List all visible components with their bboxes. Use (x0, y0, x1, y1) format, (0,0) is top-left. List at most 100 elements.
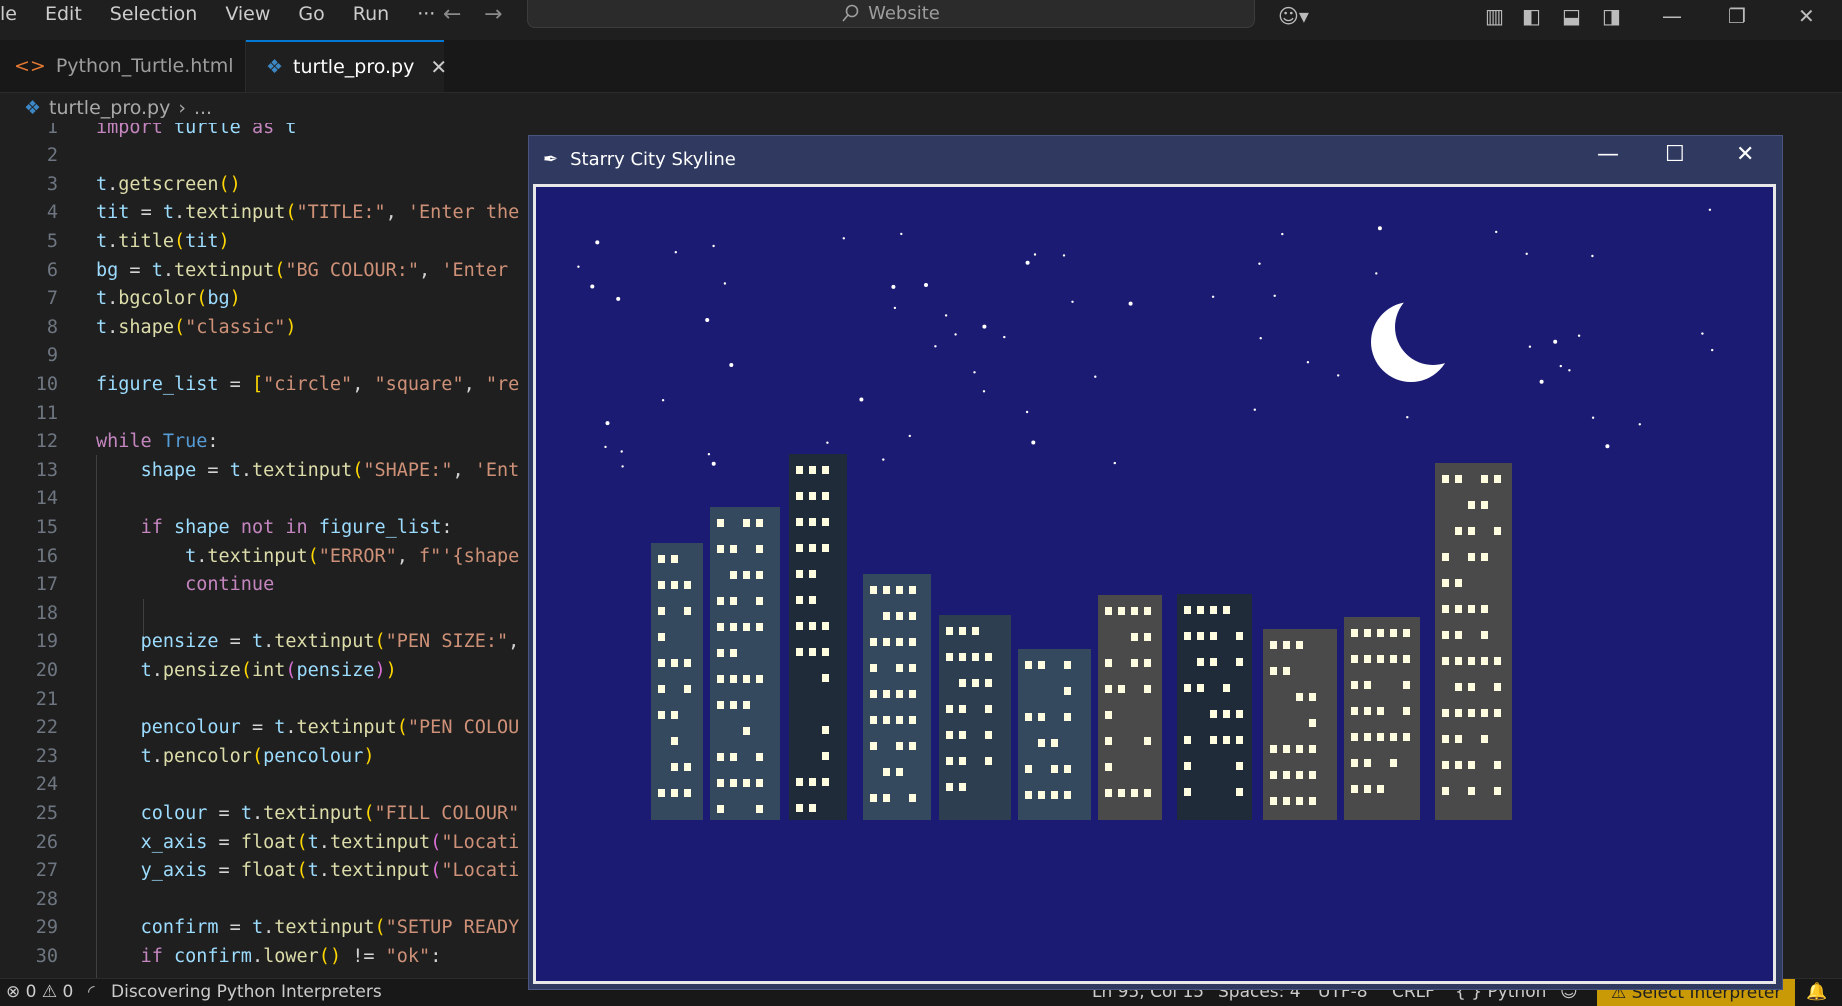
notifications-bell-icon[interactable]: 🔔 (1806, 982, 1827, 1002)
code-line[interactable]: 6 bg = t.textinput("BG COLOUR:", 'Enter (0, 256, 508, 284)
code-line[interactable]: 7 t.bgcolor(bg) (0, 285, 241, 313)
code-line[interactable]: 27 y_axis = float(t.textinput("Locati (0, 857, 520, 885)
toggle-panel-icon[interactable]: ⬓ (1562, 4, 1581, 28)
lit-window (1064, 765, 1071, 773)
breadcrumb-file[interactable]: turtle_pro.py (49, 97, 170, 119)
lit-window (1197, 606, 1204, 614)
breadcrumb-rest[interactable]: ... (194, 97, 212, 119)
lit-window (1442, 475, 1449, 483)
code-line[interactable]: 9 (0, 342, 58, 370)
copilot-icon[interactable]: ☺▾ (1278, 4, 1309, 28)
lit-window (658, 633, 665, 641)
code-line[interactable]: 30 if confirm.lower() != "ok": (0, 942, 442, 970)
code-line[interactable]: 4 tit = t.textinput("TITLE:", 'Enter the (0, 199, 519, 227)
tab-python-turtle-html[interactable]: <> Python_Turtle.html (0, 40, 246, 92)
code-line[interactable]: 21 (0, 685, 58, 713)
code-line[interactable]: 11 (0, 399, 58, 427)
starry-city-skyline-drawing (536, 187, 1773, 981)
turtle-canvas[interactable] (533, 184, 1776, 984)
menu-file[interactable]: le (0, 3, 31, 25)
close-window-icon[interactable]: ✕ (1798, 4, 1815, 28)
code-line[interactable]: 5 t.title(tit) (0, 227, 230, 255)
lit-window (909, 690, 916, 698)
lit-window (717, 805, 724, 813)
turtle-minimize-icon[interactable]: — (1597, 142, 1619, 167)
menu-selection[interactable]: Selection (96, 3, 212, 25)
menu-edit[interactable]: Edit (31, 3, 96, 25)
lit-window (909, 586, 916, 594)
lit-window (1442, 605, 1449, 613)
restore-icon[interactable]: ❐ (1728, 4, 1746, 28)
code-line[interactable]: 24 (0, 771, 58, 799)
lit-window (717, 545, 724, 553)
code-line[interactable]: 23 t.pencolor(pencolour) (0, 742, 375, 770)
feather-icon: ✒ (543, 148, 559, 170)
lit-window (1064, 687, 1071, 695)
code-line[interactable]: 28 (0, 885, 58, 913)
forward-arrow-icon[interactable]: → (484, 2, 502, 27)
lit-window (1197, 684, 1204, 692)
code-line[interactable]: 8 t.shape("classic") (0, 313, 297, 341)
close-tab-icon[interactable]: ✕ (430, 55, 447, 79)
problems-indicator[interactable]: ⊗ 0 ⚠ 0 (6, 982, 73, 1002)
lit-window (809, 544, 816, 552)
code-line[interactable]: 16 t.textinput("ERROR", f"'{shape (0, 542, 520, 570)
lit-window (959, 679, 966, 687)
lit-window (796, 570, 803, 578)
code-line[interactable]: 22 pencolour = t.textinput("PEN COLOU (0, 714, 520, 742)
customize-layout-icon[interactable]: ▥ (1485, 4, 1504, 28)
code-line[interactable]: 26 x_axis = float(t.textinput("Locati (0, 828, 520, 856)
lit-window (1296, 641, 1303, 649)
code-text: while True: (96, 431, 219, 453)
back-arrow-icon[interactable]: ← (443, 2, 461, 27)
code-line[interactable]: 13 shape = t.textinput("SHAPE:", 'Ent (0, 456, 520, 484)
lit-window (1403, 733, 1410, 741)
turtle-window-titlebar[interactable]: ✒ Starry City Skyline (529, 136, 1782, 182)
code-line[interactable]: 18 (0, 599, 58, 627)
menu-view[interactable]: View (211, 3, 284, 25)
toggle-secondary-sidebar-icon[interactable]: ◨ (1602, 4, 1621, 28)
code-line[interactable]: 12 while True: (0, 428, 219, 456)
code-line[interactable]: 15 if shape not in figure_list: (0, 513, 453, 541)
lit-window (1442, 631, 1449, 639)
command-center[interactable]: Website (527, 0, 1255, 28)
lit-window (985, 731, 992, 739)
code-line[interactable]: 17 continue (0, 571, 275, 599)
lit-window (671, 581, 678, 589)
code-line[interactable]: 29 confirm = t.textinput("SETUP READY (0, 914, 520, 942)
toggle-primary-sidebar-icon[interactable]: ◧ (1522, 4, 1541, 28)
code-line[interactable]: 2 (0, 142, 58, 170)
lit-window (756, 805, 763, 813)
star (1113, 461, 1116, 465)
code-line[interactable]: 14 (0, 485, 58, 513)
tab-turtle-pro-py[interactable]: ❖ turtle_pro.py ✕ (246, 40, 447, 92)
code-line[interactable]: 20 t.pensize(int(pensize)) (0, 656, 397, 684)
lit-window (870, 690, 877, 698)
code-line[interactable]: 3 t.getscreen() (0, 170, 241, 198)
menu-go[interactable]: Go (284, 3, 338, 25)
lit-window (1025, 661, 1032, 669)
code-line[interactable]: 25 colour = t.textinput("FILL COLOUR" (0, 799, 520, 827)
lit-window (809, 492, 816, 500)
lit-window (1144, 659, 1151, 667)
star (723, 282, 727, 285)
lit-window (822, 752, 829, 760)
lit-window (684, 763, 691, 771)
line-number: 23 (35, 745, 58, 767)
code-text: confirm = t.textinput("SETUP READY (140, 917, 520, 939)
lit-window (883, 768, 890, 776)
star (1094, 375, 1097, 378)
code-line[interactable]: 10 figure_list = ["circle", "square", "re (0, 370, 520, 398)
menu-run[interactable]: Run (339, 3, 403, 25)
star (826, 441, 829, 444)
code-line[interactable]: 1 import turtle as t (0, 123, 297, 141)
turtle-maximize-icon[interactable]: ☐ (1665, 142, 1685, 167)
lit-window (1270, 667, 1277, 675)
minimize-icon[interactable]: — (1662, 4, 1682, 28)
code-line[interactable]: 19 pensize = t.textinput("PEN SIZE:", (0, 628, 520, 656)
lit-window (1131, 659, 1138, 667)
turtle-close-icon[interactable]: ✕ (1736, 142, 1754, 167)
star (1377, 226, 1382, 231)
lit-window (822, 622, 829, 630)
python-file-icon: ❖ (266, 56, 284, 78)
